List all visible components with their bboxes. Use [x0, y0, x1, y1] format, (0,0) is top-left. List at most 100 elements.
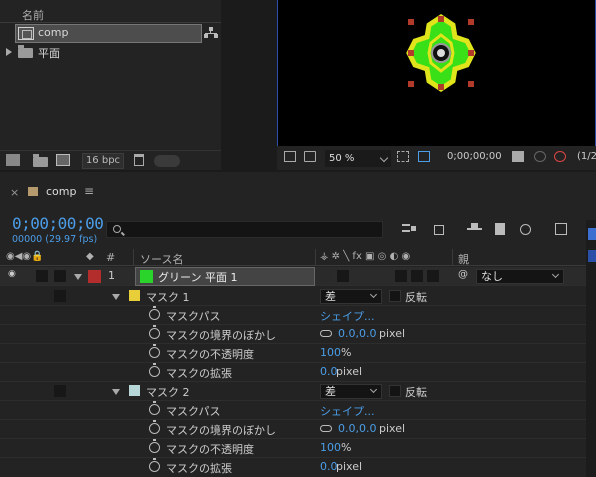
solo-toggle[interactable] — [36, 270, 48, 282]
pick-whip-icon[interactable]: @ — [458, 269, 468, 280]
mask-mode-dropdown[interactable]: 差 — [320, 289, 382, 304]
timeline-search-input[interactable] — [106, 221, 383, 238]
panel-menu-icon[interactable]: ≡ — [84, 184, 94, 198]
shy-switch[interactable] — [320, 270, 332, 282]
layer-name[interactable]: グリーン 平面 1 — [158, 269, 237, 285]
bit-depth-button[interactable]: 16 bpc — [82, 153, 124, 169]
property-row: マスクの拡張 0.0 pixel — [0, 458, 586, 477]
invert-checkbox[interactable] — [389, 290, 401, 302]
project-column-header[interactable]: 名前 — [0, 6, 221, 23]
mask-color-swatch[interactable] — [129, 385, 140, 396]
current-time-indicator[interactable] — [588, 228, 596, 240]
interpret-footage-icon[interactable] — [6, 154, 20, 166]
mask-row[interactable]: マスク 1 差 反転 — [0, 287, 586, 306]
collapse-switch[interactable] — [337, 270, 349, 282]
timeline-tab-comp[interactable]: comp — [46, 185, 76, 198]
visibility-eye-icon[interactable]: ◉ — [8, 269, 16, 279]
close-tab-button[interactable]: × — [10, 186, 19, 199]
property-value[interactable]: 0.0,0.0 — [338, 422, 376, 435]
mask-name[interactable]: マスク 1 — [146, 289, 190, 305]
source-name-column[interactable]: ソース名 — [140, 251, 183, 267]
invert-checkbox[interactable] — [389, 385, 401, 397]
invert-label: 反転 — [405, 291, 427, 304]
stopwatch-icon[interactable] — [149, 325, 160, 339]
stopwatch-icon[interactable] — [149, 401, 160, 415]
zoom-dropdown[interactable]: 50 % — [325, 150, 391, 167]
frame-rate-display: 00000 (29.97 fps) — [12, 234, 98, 245]
adjustment-switch[interactable] — [395, 270, 407, 282]
layer-label-color[interactable] — [88, 270, 101, 283]
property-value[interactable]: 100 — [320, 346, 341, 359]
property-value[interactable]: 100 — [320, 441, 341, 454]
collapse-triangle-icon[interactable] — [112, 389, 120, 395]
mask-visibility-icon[interactable] — [418, 151, 430, 162]
mask-row[interactable]: マスク 2 差 反転 — [0, 382, 586, 401]
monitor-icon[interactable] — [304, 151, 316, 162]
viewer-timecode[interactable]: 0;00;00;00 — [447, 151, 502, 162]
project-item-folder[interactable]: 平面 — [0, 43, 221, 62]
draft-3d-icon[interactable] — [432, 222, 447, 236]
mask-lock-toggle[interactable] — [54, 290, 66, 302]
snapshot-icon[interactable] — [284, 151, 296, 162]
stopwatch-icon[interactable] — [149, 439, 160, 453]
shy-layers-icon[interactable] — [467, 222, 482, 236]
new-composition-icon[interactable] — [56, 154, 70, 166]
property-value[interactable]: シェイプ... — [320, 403, 375, 419]
property-value[interactable]: 0.0,0.0 — [338, 327, 376, 340]
lock-toggle[interactable] — [54, 270, 66, 282]
new-folder-icon[interactable] — [33, 154, 48, 167]
stopwatch-icon[interactable] — [149, 306, 160, 320]
layer-switches-icon[interactable]: ⚶ ✲ ╲ fx ▣ ◎ ◐ ◉ — [320, 251, 410, 262]
property-unit: pixel — [379, 422, 406, 435]
mask-shape-preview — [406, 13, 476, 93]
motion-blur-switch[interactable] — [427, 270, 439, 282]
stopwatch-icon[interactable] — [149, 344, 160, 358]
trash-icon[interactable] — [134, 154, 144, 166]
av-switches-icon[interactable]: ◉◀◉🔒 — [6, 251, 44, 262]
project-item-comp[interactable]: comp — [0, 24, 221, 43]
mask-mode-value: 差 — [325, 290, 336, 303]
composition-viewer[interactable] — [277, 0, 596, 170]
layer-number-column: # — [106, 251, 116, 264]
camera-icon[interactable] — [512, 151, 524, 162]
property-value[interactable]: シェイプ... — [320, 308, 375, 324]
mask-color-swatch[interactable] — [129, 290, 140, 301]
property-row: マスクの境界のぼかし 0.0,0.0 pixel — [0, 325, 586, 344]
resolution-dropdown[interactable]: (1/2 — [577, 151, 596, 162]
expand-triangle-icon[interactable] — [6, 48, 12, 56]
collapse-triangle-icon[interactable] — [112, 294, 120, 300]
parent-dropdown[interactable]: なし — [476, 269, 564, 284]
mask-lock-toggle[interactable] — [54, 385, 66, 397]
mask-name[interactable]: マスク 2 — [146, 384, 190, 400]
timeline-graph-area[interactable] — [586, 220, 596, 477]
toggle-switch[interactable] — [154, 155, 180, 167]
stopwatch-icon[interactable] — [149, 420, 160, 434]
property-value[interactable]: 0.0 — [320, 460, 338, 473]
flowchart-icon[interactable] — [204, 27, 218, 39]
stopwatch-icon[interactable] — [149, 458, 160, 472]
collapse-triangle-icon[interactable] — [74, 274, 82, 280]
grid-icon[interactable] — [397, 151, 409, 162]
graph-editor-icon[interactable] — [554, 222, 569, 236]
property-value[interactable]: 0.0 — [320, 365, 338, 378]
stopwatch-icon[interactable] — [149, 363, 160, 377]
chevron-down-icon — [369, 385, 378, 394]
channel-icon[interactable] — [534, 151, 546, 162]
parent-column[interactable]: 親 — [458, 251, 469, 267]
current-time-display[interactable]: 0;00;00;00 — [12, 214, 104, 233]
composition-mini-flowchart-icon[interactable] — [402, 222, 417, 236]
mask-mode-value: 差 — [325, 385, 336, 398]
frame-blending-icon[interactable] — [493, 222, 508, 236]
color-channel-icon[interactable] — [554, 151, 566, 162]
project-footer-toolbar: 16 bpc — [0, 150, 221, 170]
label-tag-icon[interactable]: ◆ — [86, 251, 94, 262]
link-icon[interactable] — [320, 425, 332, 432]
link-icon[interactable] — [320, 330, 332, 337]
property-row: マスクの不透明度 100 % — [0, 439, 586, 458]
folder-icon — [18, 45, 33, 58]
motion-blur-icon[interactable] — [519, 222, 534, 236]
layer-row[interactable]: ◉ 1 グリーン 平面 1 @ なし — [0, 267, 586, 286]
3d-switch[interactable] — [411, 270, 423, 282]
mask-mode-dropdown[interactable]: 差 — [320, 384, 382, 399]
layer-duration-bar[interactable] — [588, 250, 596, 262]
